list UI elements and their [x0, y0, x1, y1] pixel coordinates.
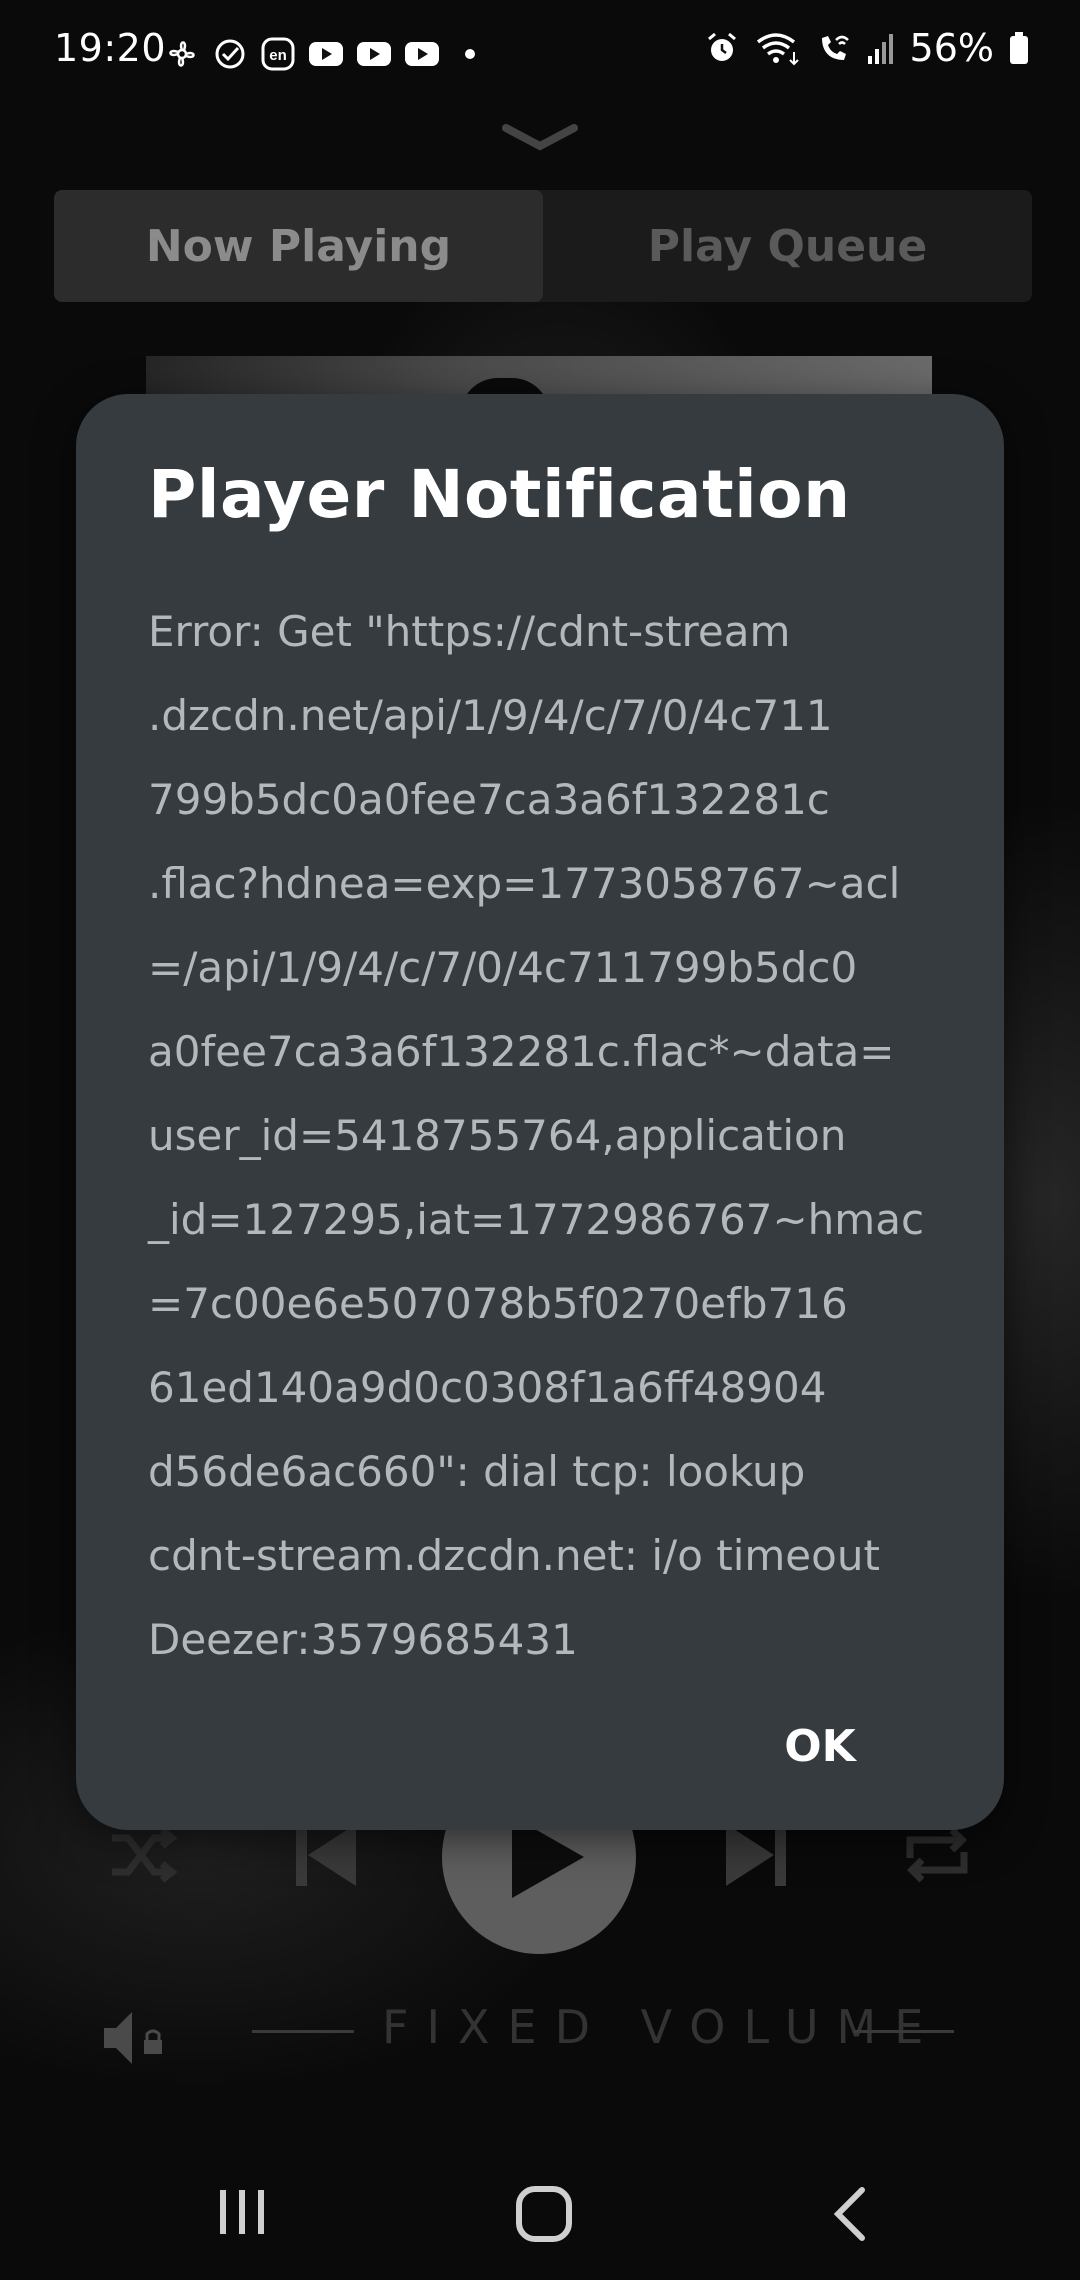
message-line: .dzcdn.net/api/1/9/4/c/7/0/4c711 [148, 691, 833, 740]
volume-line-right [854, 2030, 954, 2033]
message-line: cdnt-stream.dzcdn.net: i/o timeout [148, 1531, 880, 1580]
battery-icon [1010, 32, 1028, 64]
fixed-volume-label: FIXED VOLUME [382, 2000, 942, 2054]
status-right-icons: 56% [704, 26, 1030, 70]
message-line: 799b5dc0a0fee7ca3a6f132281c [148, 775, 830, 824]
status-left-icons: en [164, 36, 488, 72]
wifi-call-icon [821, 35, 849, 60]
player-tabs: Now Playing Play Queue [54, 190, 1032, 302]
wifi-icon [756, 33, 799, 66]
message-line: _id=127295,iat=1772986767~hmac [148, 1195, 925, 1244]
message-line: Error: Get "https://cdnt-stream [148, 607, 791, 656]
navigation-bar [0, 2150, 1080, 2280]
youtube-icon [357, 42, 391, 66]
recent-apps-icon[interactable] [214, 2184, 270, 2240]
volume-line-left [252, 2030, 354, 2033]
message-line: Deezer:3579685431 [148, 1615, 578, 1664]
message-line: a0fee7ca3a6f132281c.flac*~data= [148, 1027, 895, 1076]
status-time: 19:20 [54, 26, 167, 70]
dialog-message: Error: Get "https://cdnt-stream .dzcdn.n… [148, 590, 948, 1682]
check-circle-icon [215, 39, 245, 69]
tab-now-playing[interactable]: Now Playing [54, 190, 543, 302]
ok-button[interactable]: OK [772, 1716, 868, 1776]
fan-icon [169, 41, 195, 67]
alarm-icon [707, 32, 736, 61]
svg-text:en: en [269, 47, 287, 64]
status-bar: 19:20 en 56% [0, 0, 1080, 108]
message-line: d56de6ac660": dial tcp: lookup [148, 1447, 806, 1496]
message-line: user_id=5418755764,application [148, 1111, 847, 1160]
speaker-lock-icon [104, 2012, 162, 2064]
volume-row: FIXED VOLUME [0, 1990, 1080, 2070]
message-line: =7c00e6e507078b5f0270efb716 [148, 1279, 848, 1328]
home-icon[interactable] [514, 2184, 574, 2244]
dot-icon [465, 49, 475, 59]
message-line: 61ed140a9d0c0308f1a6ff48904 [148, 1363, 827, 1412]
dialog-title: Player Notification [148, 456, 851, 533]
youtube-icon [309, 42, 343, 66]
collapse-chevron-icon[interactable] [500, 118, 580, 158]
player-notification-dialog: Player Notification Error: Get "https://… [76, 394, 1004, 1830]
message-line: .flac?hdnea=exp=1773058767~acl [148, 859, 901, 908]
youtube-icon [405, 42, 439, 66]
screen: 19:20 en 56% Now Playing Play Queue FIXE… [0, 0, 1080, 2280]
back-icon[interactable] [826, 2184, 872, 2244]
battery-percent: 56% [909, 26, 994, 70]
en-keyboard-icon: en [261, 37, 295, 71]
tab-play-queue[interactable]: Play Queue [543, 190, 1032, 302]
message-line: =/api/1/9/4/c/7/0/4c711799b5dc0 [148, 943, 858, 992]
signal-icon [867, 34, 893, 64]
